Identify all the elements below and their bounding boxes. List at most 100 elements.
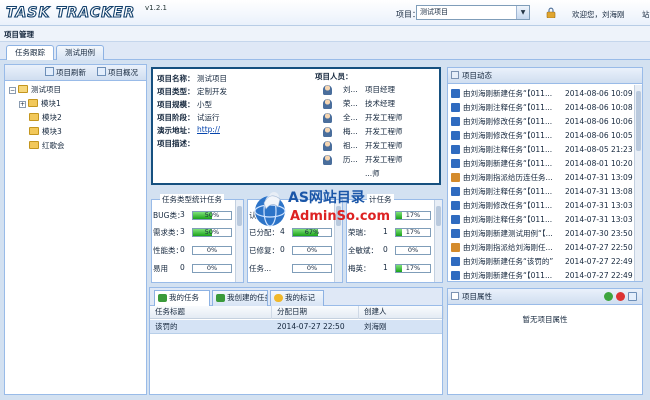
activity-item[interactable]: 由刘海刚注释任务“【011... 2014-07-31 13:08 xyxy=(450,185,635,198)
lock-icon[interactable] xyxy=(546,7,556,18)
scrollbar[interactable] xyxy=(235,200,243,282)
column-header[interactable]: 创建人 xyxy=(359,306,444,319)
project-scale-value: 小型 xyxy=(197,100,212,109)
progress-bar: 0% xyxy=(292,264,332,273)
progress-bar: 17% xyxy=(395,264,431,273)
activity-item[interactable]: 由刘海刚指派给刘海刚任... 2014-07-27 22:50 xyxy=(450,241,635,254)
activity-item[interactable]: 由刘海刚修改任务“【011... 2014-08-06 10:06 xyxy=(450,115,635,128)
welcome-text: 欢迎您，刘海刚 xyxy=(572,10,625,19)
expand-icon[interactable]: + xyxy=(19,101,26,108)
avatar-icon xyxy=(323,155,332,165)
activity-item[interactable]: 由刘海刚修改任务“【011... 2014-08-06 10:05 xyxy=(450,129,635,142)
avatar-icon xyxy=(323,85,332,95)
member-row[interactable]: 荣... 技术经理 xyxy=(323,98,433,111)
tab-created-tasks[interactable]: 我创建的任务 xyxy=(212,290,268,306)
project-type-value: 定制开发 xyxy=(197,87,227,96)
activity-item-text: 由刘海刚注释任务“【011... xyxy=(463,187,553,196)
tree-node-module1[interactable]: + 模块1 xyxy=(19,98,61,110)
activity-item-text: 由刘海刚新建测试用例“【... xyxy=(463,229,553,238)
activity-item-date: 2014-08-06 10:08 xyxy=(565,103,633,112)
task-creator-cell: 刘海刚 xyxy=(364,322,387,331)
member-row[interactable]: 全... 开发工程师 xyxy=(323,112,433,125)
tree-node-redsong[interactable]: 红歌会 xyxy=(29,140,65,152)
properties-header: 项目属性 xyxy=(448,289,642,305)
activity-item[interactable]: 由刘海刚修改任务“【011... 2014-07-31 13:03 xyxy=(450,199,635,212)
tree-node-module2[interactable]: 模块2 xyxy=(29,112,62,124)
app-version: v1.2.1 xyxy=(145,4,167,12)
scrollbar[interactable] xyxy=(434,200,442,282)
activity-list: 由刘海刚新建任务“【011... 2014-08-06 10:09 由刘海刚注释任务… xyxy=(448,85,635,281)
task-type-stats-panel: 任务类型统计任务 BUG类： 3 50% 需求类： 3 50% 性能类： 0 0% 易用 0 0… xyxy=(151,194,244,283)
tab-my-marks[interactable]: 我的标记 xyxy=(270,290,324,306)
column-header[interactable]: 分配日期 xyxy=(272,306,359,319)
add-icon[interactable] xyxy=(604,292,613,301)
task-date-cell: 2014-07-27 22:50 xyxy=(277,322,345,331)
page-title: 项目管理 xyxy=(0,26,650,42)
project-overview-button[interactable]: 项目概况 xyxy=(97,66,138,79)
activity-item-text: 由刘海刚指派给历连任务... xyxy=(463,173,553,182)
watermark-site: AdminSo.com xyxy=(290,209,391,224)
folder-icon xyxy=(29,113,39,121)
activity-item[interactable]: 由刘海刚新建任务“【011... 2014-08-06 10:09 xyxy=(450,87,635,100)
task-title-cell[interactable]: 该罚的 xyxy=(150,320,178,333)
tab-test-cases[interactable]: 测试用例 xyxy=(56,45,104,60)
activity-item[interactable]: 由刘海刚新建测试用例“【... 2014-07-30 23:50 xyxy=(450,227,635,240)
folder-icon xyxy=(29,127,39,135)
tab-my-tasks[interactable]: 我的任务 xyxy=(154,290,210,306)
activity-item-text: 由刘海刚修改任务“【011... xyxy=(463,131,553,140)
member-row[interactable]: 刘... 项目经理 xyxy=(323,84,433,97)
activity-item[interactable]: 由刘海刚新建任务“【011... 2014-07-27 22:49 xyxy=(450,269,635,281)
activity-item-date: 2014-08-01 10:20 xyxy=(565,159,633,168)
stat-row: 全敏斌： 0 0% xyxy=(347,245,442,258)
progress-bar: 17% xyxy=(395,228,431,237)
activity-item-icon xyxy=(451,131,460,140)
chevron-down-icon[interactable]: ▼ xyxy=(516,6,529,19)
activity-item-date: 2014-08-06 10:05 xyxy=(565,131,633,140)
project-refresh-button[interactable]: 项目刷新 xyxy=(45,66,86,79)
stat-row: 性能类： 0 0% xyxy=(152,245,243,258)
member-row[interactable]: 历... 开发工程师 xyxy=(323,154,433,167)
properties-empty-text: 暂无项目属性 xyxy=(522,315,568,324)
tree-node-module3[interactable]: 模块3 xyxy=(29,126,62,138)
progress-bar: 0% xyxy=(192,246,232,255)
activity-item[interactable]: 由刘海刚新建任务“该罚的” 2014-07-27 22:49 xyxy=(450,255,635,268)
member-row[interactable]: 梅... 开发工程师 xyxy=(323,126,433,139)
activity-item-icon xyxy=(451,159,460,168)
site-link[interactable]: 站 xyxy=(642,9,650,20)
overview-icon xyxy=(97,67,106,76)
copy-icon[interactable] xyxy=(628,292,637,301)
properties-icon xyxy=(451,292,459,300)
project-desc-key: 项目描述： xyxy=(157,139,195,148)
tasks-panel: 我的任务 我创建的任务 我的标记 任务标题 分配日期 创建人 该罚的 2014-… xyxy=(149,287,444,395)
activity-item-text: 由刘海刚新建任务“【011... xyxy=(463,271,553,280)
activity-item[interactable]: 由刘海刚新建任务“【011... 2014-08-01 10:20 xyxy=(450,157,635,170)
app-logo: TASK TRACKER xyxy=(5,4,136,21)
activity-item[interactable]: 由刘海刚注释任务“【011... 2014-08-06 10:08 xyxy=(450,101,635,114)
top-bar: TASK TRACKER v1.2.1 项目： 测试项目 ▼ 欢迎您，刘海刚 站 xyxy=(0,0,650,26)
task-type-stats-title: 任务类型统计任务 xyxy=(160,194,224,205)
activity-item[interactable]: 由刘海刚指派给历连任务... 2014-07-31 13:09 xyxy=(450,171,635,184)
tasks-icon xyxy=(216,294,225,302)
stat-row: 已修复： 0 0% xyxy=(248,245,342,258)
member-row[interactable]: 祖... 开发工程师 xyxy=(323,140,433,153)
column-header[interactable]: 任务标题 xyxy=(150,306,272,319)
stat-row: 易用 0 0% xyxy=(152,263,243,276)
tree-node-root[interactable]: − 测试项目 xyxy=(9,84,61,96)
scrollbar[interactable] xyxy=(634,85,642,281)
activity-item-icon xyxy=(451,215,460,224)
project-select[interactable]: 测试项目 ▼ xyxy=(416,5,530,20)
project-type-key: 项目类型： xyxy=(157,87,195,96)
collapse-icon[interactable]: − xyxy=(9,87,16,94)
activity-item[interactable]: 由刘海刚注释任务“【011... 2014-07-31 13:03 xyxy=(450,213,635,226)
activity-item-icon xyxy=(451,201,460,210)
demo-url-link[interactable]: http:// xyxy=(197,125,220,134)
activity-item[interactable]: 由刘海刚注释任务“【011... 2014-08-05 21:23 xyxy=(450,143,635,156)
progress-bar: 50% xyxy=(192,228,232,237)
activity-header: 项目动态 xyxy=(448,68,642,84)
activity-item-date: 2014-07-27 22:49 xyxy=(565,257,633,266)
delete-icon[interactable] xyxy=(616,292,625,301)
table-row[interactable]: 该罚的 2014-07-27 22:50 刘海刚 xyxy=(150,320,442,334)
member-row[interactable]: ...师 xyxy=(323,168,433,181)
project-name-value: 测试项目 xyxy=(197,74,227,83)
tab-task-tracking[interactable]: 任务跟踪 xyxy=(6,45,54,61)
